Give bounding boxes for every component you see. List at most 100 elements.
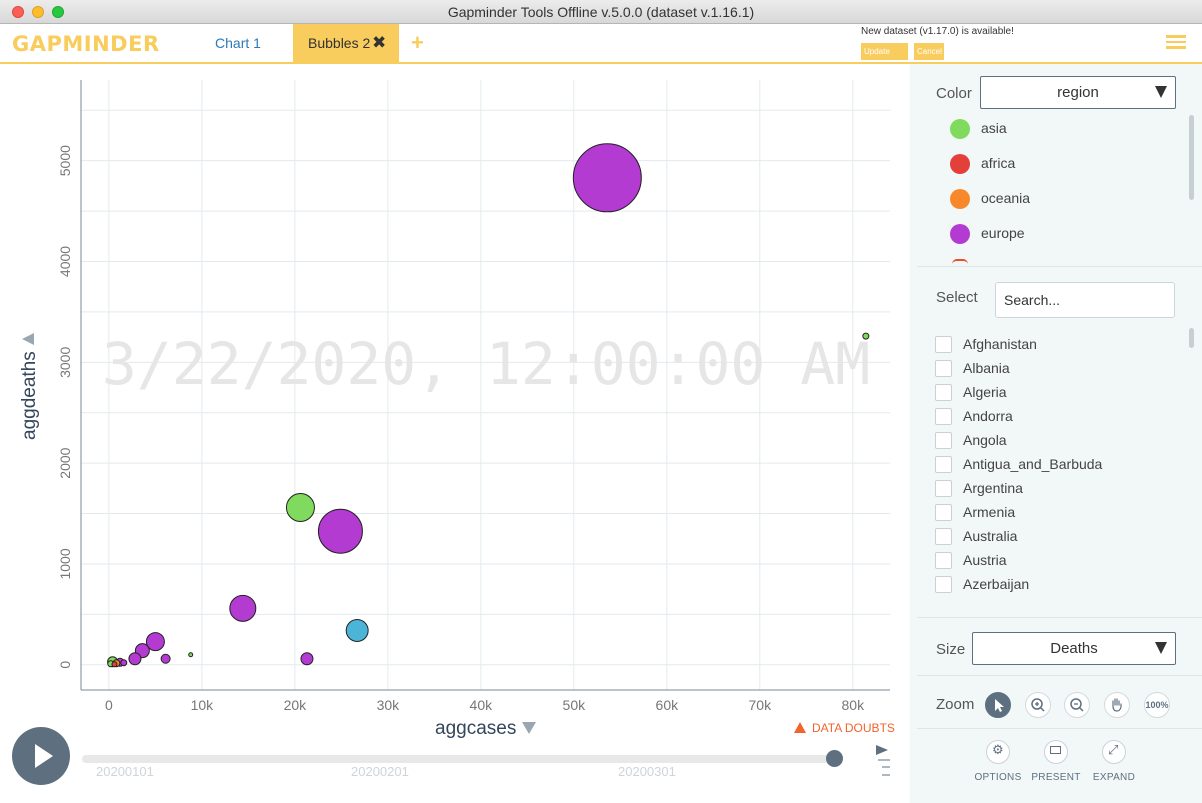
play-icon bbox=[35, 744, 53, 768]
time-watermark: 3/22/2020, 12:00:00 AM bbox=[102, 330, 870, 398]
y-tick-label: 1000 bbox=[57, 548, 73, 579]
country-checkbox[interactable] bbox=[935, 576, 952, 593]
add-tab-icon[interactable]: + bbox=[411, 24, 424, 62]
country-name: Angola bbox=[963, 432, 1007, 448]
gear-icon: ⚙ bbox=[986, 740, 1010, 764]
bubble-asia[interactable] bbox=[862, 332, 870, 340]
cancel-update-button[interactable]: Cancel bbox=[914, 43, 944, 60]
data-doubts-link[interactable]: DATA DOUBTS bbox=[794, 721, 895, 735]
speed-control-icon[interactable] bbox=[876, 745, 892, 781]
country-name: Afghanistan bbox=[963, 336, 1037, 352]
color-indicator-dropdown[interactable]: region bbox=[980, 76, 1176, 109]
pan-tool-button[interactable] bbox=[1104, 692, 1130, 718]
country-checkbox[interactable] bbox=[935, 432, 952, 449]
country-name: Andorra bbox=[963, 408, 1013, 424]
legend-item-label: africa bbox=[981, 155, 1016, 171]
y-tick-label: 4000 bbox=[57, 246, 73, 277]
size-indicator-dropdown[interactable]: Deaths bbox=[972, 632, 1176, 665]
panel-divider bbox=[917, 617, 1202, 618]
zoom-section-label: Zoom bbox=[936, 696, 975, 713]
bubble-americas[interactable] bbox=[345, 619, 369, 643]
legend-color-dot bbox=[950, 224, 970, 244]
country-checkbox[interactable] bbox=[935, 336, 952, 353]
country-checkbox[interactable] bbox=[935, 480, 952, 497]
chevron-down-icon bbox=[1155, 86, 1167, 98]
bubble-europe[interactable] bbox=[120, 659, 128, 667]
close-tab-icon[interactable]: ✖ bbox=[372, 24, 386, 62]
x-axis-dropdown-icon[interactable] bbox=[522, 722, 536, 734]
zoom-out-button[interactable] bbox=[1064, 692, 1090, 718]
legend-item-label: europe bbox=[981, 225, 1025, 241]
legend-partial-dot bbox=[952, 259, 968, 264]
size-section-label: Size bbox=[936, 641, 966, 658]
country-name: Argentina bbox=[963, 480, 1023, 496]
country-name: Armenia bbox=[963, 504, 1016, 520]
country-checkbox[interactable] bbox=[935, 408, 952, 425]
options-button[interactable]: ⚙ OPTIONS bbox=[968, 740, 1028, 783]
expand-button[interactable]: ⤢ EXPAND bbox=[1084, 740, 1144, 783]
x-axis-label[interactable]: aggcases bbox=[435, 718, 516, 739]
bubble-chart: 0 10k 20k 30k 40k 50k 60k 70k 80k 0 1000 2000 3000 40… bbox=[0, 64, 910, 803]
bubble-europe[interactable] bbox=[317, 508, 363, 554]
bubble-africa[interactable] bbox=[111, 661, 118, 668]
bubble-europe[interactable] bbox=[572, 143, 642, 213]
panel-divider bbox=[917, 728, 1202, 729]
hamburger-menu-icon[interactable] bbox=[1166, 35, 1186, 49]
x-tick-label: 50k bbox=[563, 697, 587, 713]
bubble-asia[interactable] bbox=[188, 652, 194, 658]
country-name: Azerbaijan bbox=[963, 576, 1030, 592]
legend-item-label: asia bbox=[981, 120, 1007, 136]
app-header: GAPMINDER Chart 1 Bubbles 2 ✖ + New data… bbox=[0, 24, 1202, 73]
zoom-reset-button[interactable]: 100% bbox=[1144, 692, 1170, 718]
x-tick-label: 20k bbox=[284, 697, 308, 713]
country-checkbox[interactable] bbox=[935, 504, 952, 521]
country-checkbox[interactable] bbox=[935, 456, 952, 473]
bubble-europe[interactable] bbox=[300, 652, 314, 666]
timeline-slider-track[interactable] bbox=[82, 755, 834, 763]
zoom-in-button[interactable] bbox=[1025, 692, 1051, 718]
cursor-icon bbox=[995, 699, 1004, 712]
country-list-scrollbar[interactable] bbox=[1189, 328, 1194, 348]
hand-icon bbox=[1112, 698, 1122, 712]
warning-icon bbox=[794, 722, 806, 733]
expand-label: EXPAND bbox=[1092, 772, 1136, 783]
country-checkbox[interactable] bbox=[935, 528, 952, 545]
country-name: Antigua_and_Barbuda bbox=[963, 456, 1103, 472]
x-tick-label: 30k bbox=[377, 697, 401, 713]
present-button[interactable]: PRESENT bbox=[1026, 740, 1086, 783]
bubble-europe[interactable] bbox=[229, 594, 257, 622]
country-checkbox[interactable] bbox=[935, 552, 952, 569]
legend-scrollbar[interactable] bbox=[1189, 115, 1194, 200]
zoom-in-icon bbox=[1031, 698, 1045, 712]
bubble-europe[interactable] bbox=[128, 652, 142, 666]
cursor-tool-button[interactable] bbox=[985, 692, 1011, 718]
country-name: Australia bbox=[963, 528, 1018, 544]
y-axis-label[interactable]: aggdeaths bbox=[19, 351, 40, 440]
bubble-asia[interactable] bbox=[285, 493, 315, 523]
legend-item-label: oceania bbox=[981, 190, 1031, 206]
y-axis-dropdown-icon[interactable] bbox=[22, 333, 34, 345]
update-now-button[interactable]: Update now bbox=[861, 43, 908, 73]
tab-bubbles-2[interactable]: Bubbles 2 ✖ bbox=[293, 24, 399, 62]
legend-color-dot bbox=[950, 119, 970, 139]
color-section-label: Color bbox=[936, 85, 972, 102]
panel-divider bbox=[917, 266, 1202, 267]
timeline-slider-handle[interactable] bbox=[826, 750, 843, 767]
legend-color-dot bbox=[950, 189, 970, 209]
bubble-europe[interactable] bbox=[160, 653, 171, 664]
gapminder-logo[interactable]: GAPMINDER bbox=[12, 32, 160, 56]
color-indicator-value: region bbox=[1057, 84, 1099, 101]
country-checkbox[interactable] bbox=[935, 384, 952, 401]
country-checkbox[interactable] bbox=[935, 360, 952, 377]
timeline-date-label: 20200301 bbox=[618, 764, 676, 779]
panel-divider bbox=[917, 675, 1202, 676]
x-tick-label: 0 bbox=[105, 697, 113, 713]
country-search-input[interactable]: Search... bbox=[995, 282, 1175, 318]
select-section-label: Select bbox=[936, 289, 978, 306]
play-button[interactable] bbox=[12, 727, 70, 785]
country-name: Albania bbox=[963, 360, 1010, 376]
update-notice: New dataset (v1.17.0) is available! bbox=[861, 26, 1014, 37]
window-title: Gapminder Tools Offline v.5.0.0 (dataset… bbox=[447, 4, 755, 20]
timeline-date-label: 20200101 bbox=[96, 764, 154, 779]
tab-chart-1[interactable]: Chart 1 bbox=[205, 24, 271, 62]
